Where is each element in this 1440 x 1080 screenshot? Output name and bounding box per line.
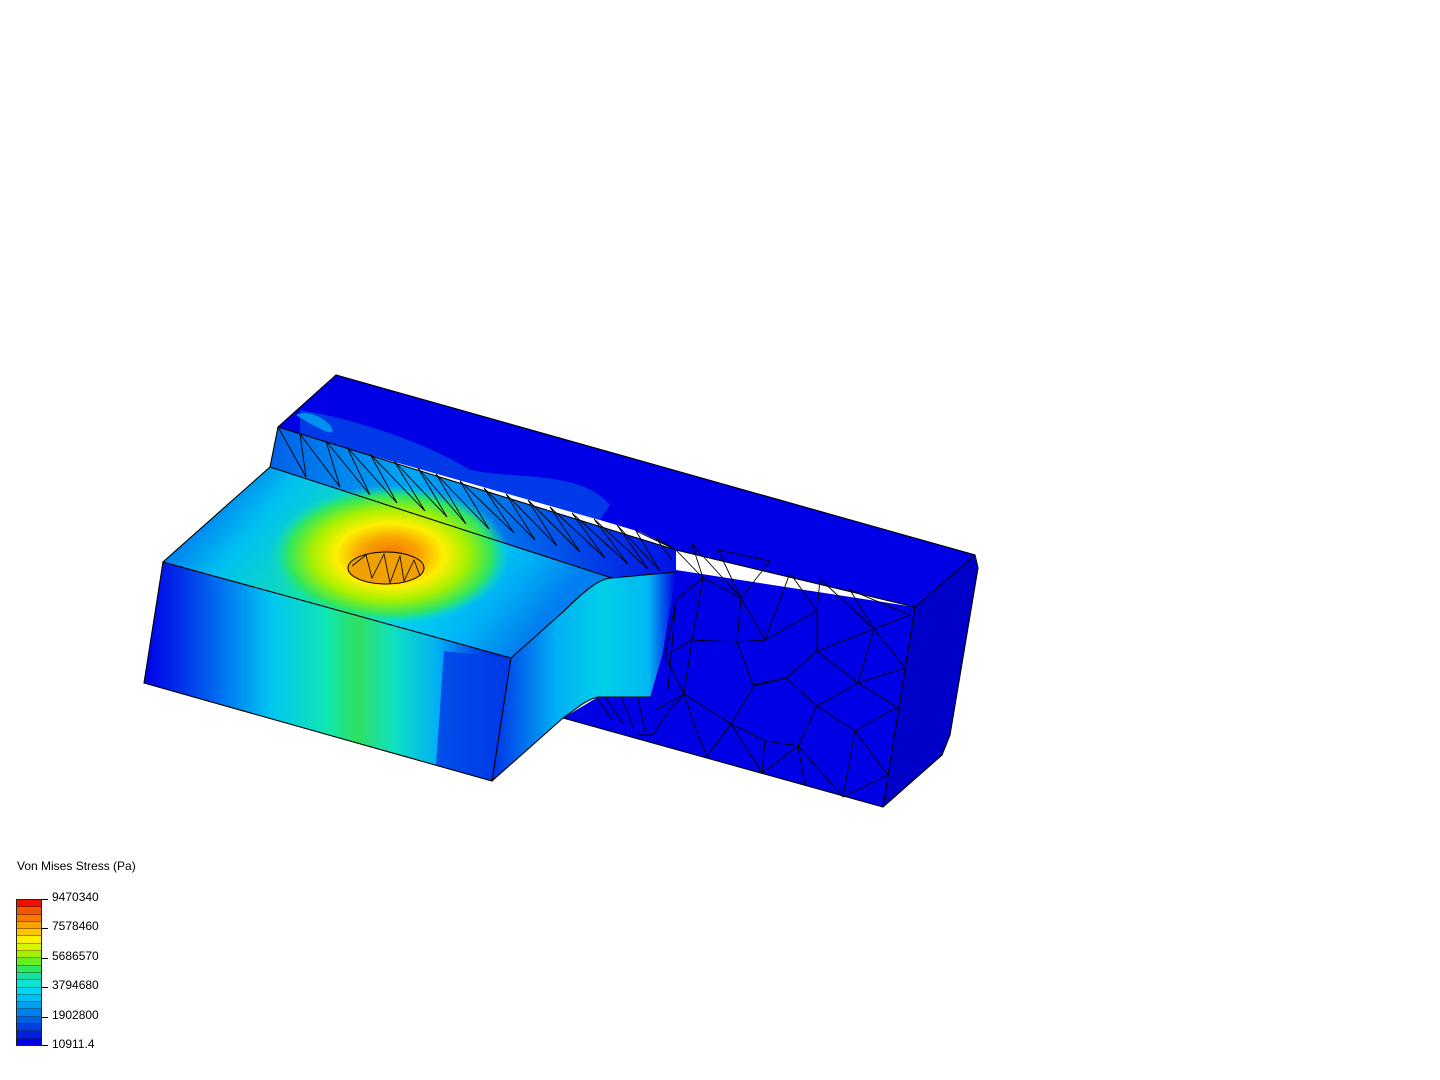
- model-viewport[interactable]: [0, 0, 1440, 1080]
- bolt-hole: [347, 551, 425, 585]
- fea-model: [143, 374, 979, 808]
